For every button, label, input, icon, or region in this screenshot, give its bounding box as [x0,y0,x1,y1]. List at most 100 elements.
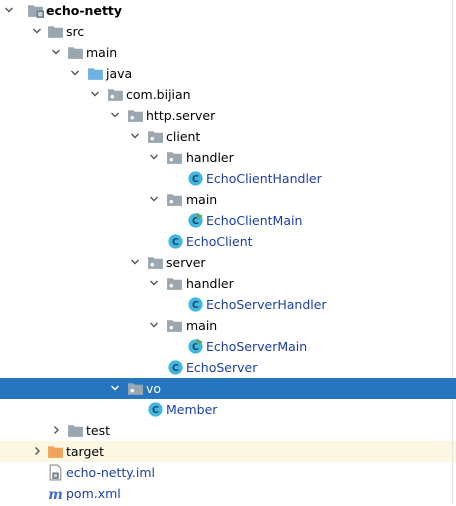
tree-node-label: EchoServer [186,360,258,375]
chevron-down-icon[interactable] [31,21,43,42]
chevron-down-icon[interactable] [50,42,62,63]
chevron-down-icon[interactable] [89,84,101,105]
package-icon [166,317,183,334]
tree-node-src[interactable]: src [0,21,456,42]
tree-node-echo-server-main[interactable]: EchoServerMain [0,336,456,357]
divider [452,231,453,252]
tree-node-label: main [186,318,218,333]
chevron-down-icon[interactable] [129,252,141,273]
maven-file-icon: m [47,485,64,502]
tree-node-label: pom.xml [66,486,121,501]
package-icon [127,380,144,397]
tree-node-member[interactable]: Member [0,399,456,420]
chevron-down-icon[interactable] [109,105,121,126]
tree-node-label: echo-netty.iml [66,465,156,480]
class-icon [167,233,184,250]
chevron-down-icon[interactable] [109,378,121,399]
tree-node-echo-server[interactable]: EchoServer [0,357,456,378]
tree-node-java[interactable]: java [0,63,456,84]
folder-icon [67,44,84,61]
divider [452,147,453,168]
divider [452,252,453,273]
tree-node-main[interactable]: main [0,42,456,63]
chevron-right-icon[interactable] [50,420,62,441]
chevron-right-icon[interactable] [31,441,43,462]
tree-node-echo-netty-iml[interactable]: echo-netty.iml [0,462,456,483]
tree-node-server-main[interactable]: main [0,315,456,336]
divider [452,0,453,21]
chevron-down-icon[interactable] [129,126,141,147]
divider [452,420,453,441]
class-icon [187,296,204,313]
tree-node-label: EchoClient [186,234,253,249]
divider [452,441,453,462]
tree-node-label: target [66,444,105,459]
tree-node-echo-client[interactable]: EchoClient [0,231,456,252]
tree-node-server-handler[interactable]: handler [0,273,456,294]
tree-node-label: main [186,192,218,207]
divider [452,210,453,231]
folder-icon [67,422,84,439]
excluded-folder-icon [47,443,64,460]
tree-node-label: echo-netty [46,3,123,18]
runnable-class-icon [187,212,204,229]
tree-node-label: EchoServerMain [206,339,308,354]
package-icon [166,191,183,208]
divider [452,21,453,42]
divider [452,84,453,105]
chevron-down-icon[interactable] [148,315,160,336]
divider [452,462,453,483]
chevron-down-icon[interactable] [148,273,160,294]
divider [452,273,453,294]
package-icon [147,254,164,271]
tree-node-label: test [86,423,111,438]
tree-node-label: handler [186,150,234,165]
tree-node-echo-server-handler[interactable]: EchoServerHandler [0,294,456,315]
tree-node-client[interactable]: client [0,126,456,147]
source-folder-icon [87,65,104,82]
chevron-down-icon[interactable] [148,189,160,210]
chevron-down-icon[interactable] [3,0,15,21]
divider [452,42,453,63]
tree-node-label: vo [146,381,162,396]
package-icon [166,149,183,166]
tree-node-echo-client-handler[interactable]: EchoClientHandler [0,168,456,189]
tree-node-label: java [106,66,133,81]
package-icon [127,107,144,124]
tree-node-label: EchoClientHandler [206,171,322,186]
tree-node-label: Member [166,402,218,417]
divider [452,294,453,315]
tree-node-echo-netty[interactable]: echo-netty [0,0,456,21]
tree-node-target[interactable]: target [0,441,456,462]
tree-node-label: client [166,129,201,144]
package-icon [166,275,183,292]
tree-node-pom-xml[interactable]: m pom.xml [0,483,456,504]
tree-node-http-server[interactable]: http.server [0,105,456,126]
divider [452,315,453,336]
tree-node-echo-client-main[interactable]: EchoClientMain [0,210,456,231]
divider [452,189,453,210]
runnable-class-icon [187,338,204,355]
chevron-down-icon[interactable] [148,147,160,168]
chevron-down-icon[interactable] [69,63,81,84]
svg-text:m: m [48,487,63,502]
class-icon [167,359,184,376]
divider [452,105,453,126]
divider [452,399,453,420]
tree-node-server[interactable]: server [0,252,456,273]
tree-node-label: EchoServerHandler [206,297,327,312]
tree-node-label: main [86,45,118,60]
divider [452,63,453,84]
tree-node-label: EchoClientMain [206,213,303,228]
tree-node-label: src [66,24,85,39]
tree-node-client-main[interactable]: main [0,189,456,210]
iml-file-icon [47,464,64,481]
tree-node-client-handler[interactable]: handler [0,147,456,168]
tree-node-com-bijian[interactable]: com.bijian [0,84,456,105]
divider [452,483,453,504]
divider [452,126,453,147]
tree-node-test[interactable]: test [0,420,456,441]
module-folder-icon [27,2,44,19]
tree-node-label: handler [186,276,234,291]
tree-node-vo[interactable]: vo [0,378,456,399]
